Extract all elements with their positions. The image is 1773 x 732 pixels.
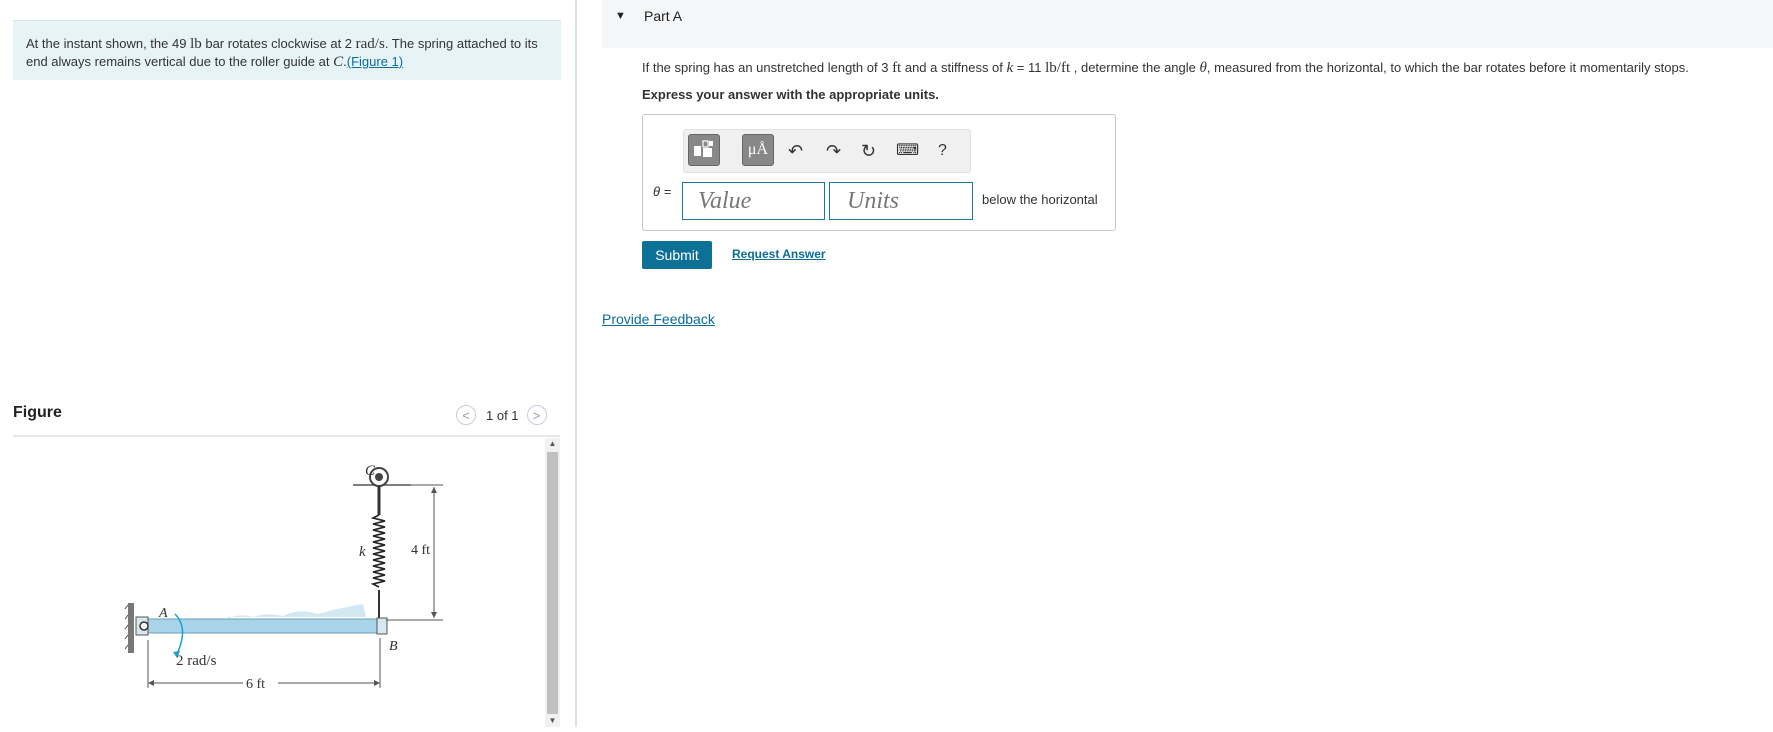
figure-divider [13,435,560,437]
point-c: C [333,54,344,70]
units-symbols-button[interactable]: μÅ [742,134,774,166]
question-part: and a stiffness of [901,60,1007,75]
undo-icon[interactable]: ↶ [788,140,803,162]
question-part: If the spring has an unstretched length … [642,60,893,75]
wall [128,603,134,653]
caret-down-icon[interactable]: ▼ [615,10,626,22]
request-answer-link[interactable]: Request Answer [732,247,826,261]
templates-icon [694,140,713,157]
label-k: k [359,544,366,560]
units-input[interactable]: Units [829,182,973,220]
problem-statement: At the instant shown, the 49 lb bar rota… [13,20,561,80]
bar-highlight [228,604,366,619]
bar [135,618,387,634]
figure-image: C A B k 4 ft 6 ft 2 rad/s [13,440,543,727]
figure-nav: < 1 of 1 > [456,404,547,426]
below-horizontal-text: below the horizontal [982,192,1098,207]
label-length: 6 ft [246,677,265,692]
pane-divider[interactable] [575,0,577,727]
help-icon[interactable]: ? [938,140,947,162]
templates-button[interactable] [688,134,720,166]
question-text: If the spring has an unstretched length … [642,60,1689,77]
label-height: 4 ft [411,543,430,558]
submit-button[interactable]: Submit [642,241,712,269]
answer-box: μÅ ↶ ↷ ↻ ⌨ ? θ = Value Units below the h… [642,114,1116,231]
theta-symbol: θ [1199,60,1207,76]
unit-ft: ft [892,60,902,76]
bar-end-b [376,617,388,635]
unit-lb: lb [190,36,202,52]
part-header[interactable]: ▼ Part A [602,0,1773,48]
value-input[interactable]: Value [682,182,825,220]
next-figure-button[interactable]: > [526,405,547,425]
label-c: C [365,463,376,479]
figure-scrollbar[interactable]: ▲ ▼ [545,438,560,727]
figure-link[interactable]: (Figure 1) [347,54,403,69]
theta-label: θ = [653,184,671,199]
instruction-text: Express your answer with the appropriate… [642,87,939,102]
problem-text: bar rotates clockwise at 2 [201,36,356,51]
keyboard-icon[interactable]: ⌨ [896,140,919,162]
chevron-right-icon: > [532,407,541,423]
prev-figure-button[interactable]: < [456,405,476,425]
pin-a [139,621,149,631]
label-a: A [158,606,168,621]
roller-center [375,473,383,481]
question-part: , measured from the horizontal, to which… [1206,60,1689,75]
math-toolbar: μÅ ↶ ↷ ↻ ⌨ ? [683,129,971,173]
question-part: , determine the angle [1070,60,1200,75]
reset-icon[interactable]: ↻ [861,140,876,162]
right-pane: ▼ Part A If the spring has an unstretche… [602,0,1773,727]
question-part: = 11 [1013,60,1046,75]
wall-hatch [124,604,129,650]
chevron-left-icon: < [462,407,470,423]
figure-title: Figure [13,404,62,421]
bar-spring-diagram: C A B k 4 ft 6 ft 2 rad/s [124,463,443,692]
spring-coil [370,514,386,588]
left-pane: At the instant shown, the 49 lb bar rota… [0,0,574,727]
unit-lbft: lb/ft [1045,60,1071,76]
label-omega: 2 rad/s [176,653,217,669]
problem-text: At the instant shown, the 49 [26,36,191,51]
scroll-thumb[interactable] [547,452,558,714]
scroll-down-icon[interactable]: ▼ [545,715,560,727]
theta-label-text: θ = [653,184,672,199]
part-title[interactable]: Part A [644,8,682,24]
scroll-up-icon[interactable]: ▲ [545,438,560,450]
unit-rad: rad/s [355,36,385,52]
provide-feedback-link[interactable]: Provide Feedback [602,311,715,327]
page-indicator: 1 of 1 [486,407,519,423]
redo-icon[interactable]: ↷ [826,140,841,162]
label-b: B [389,639,398,654]
